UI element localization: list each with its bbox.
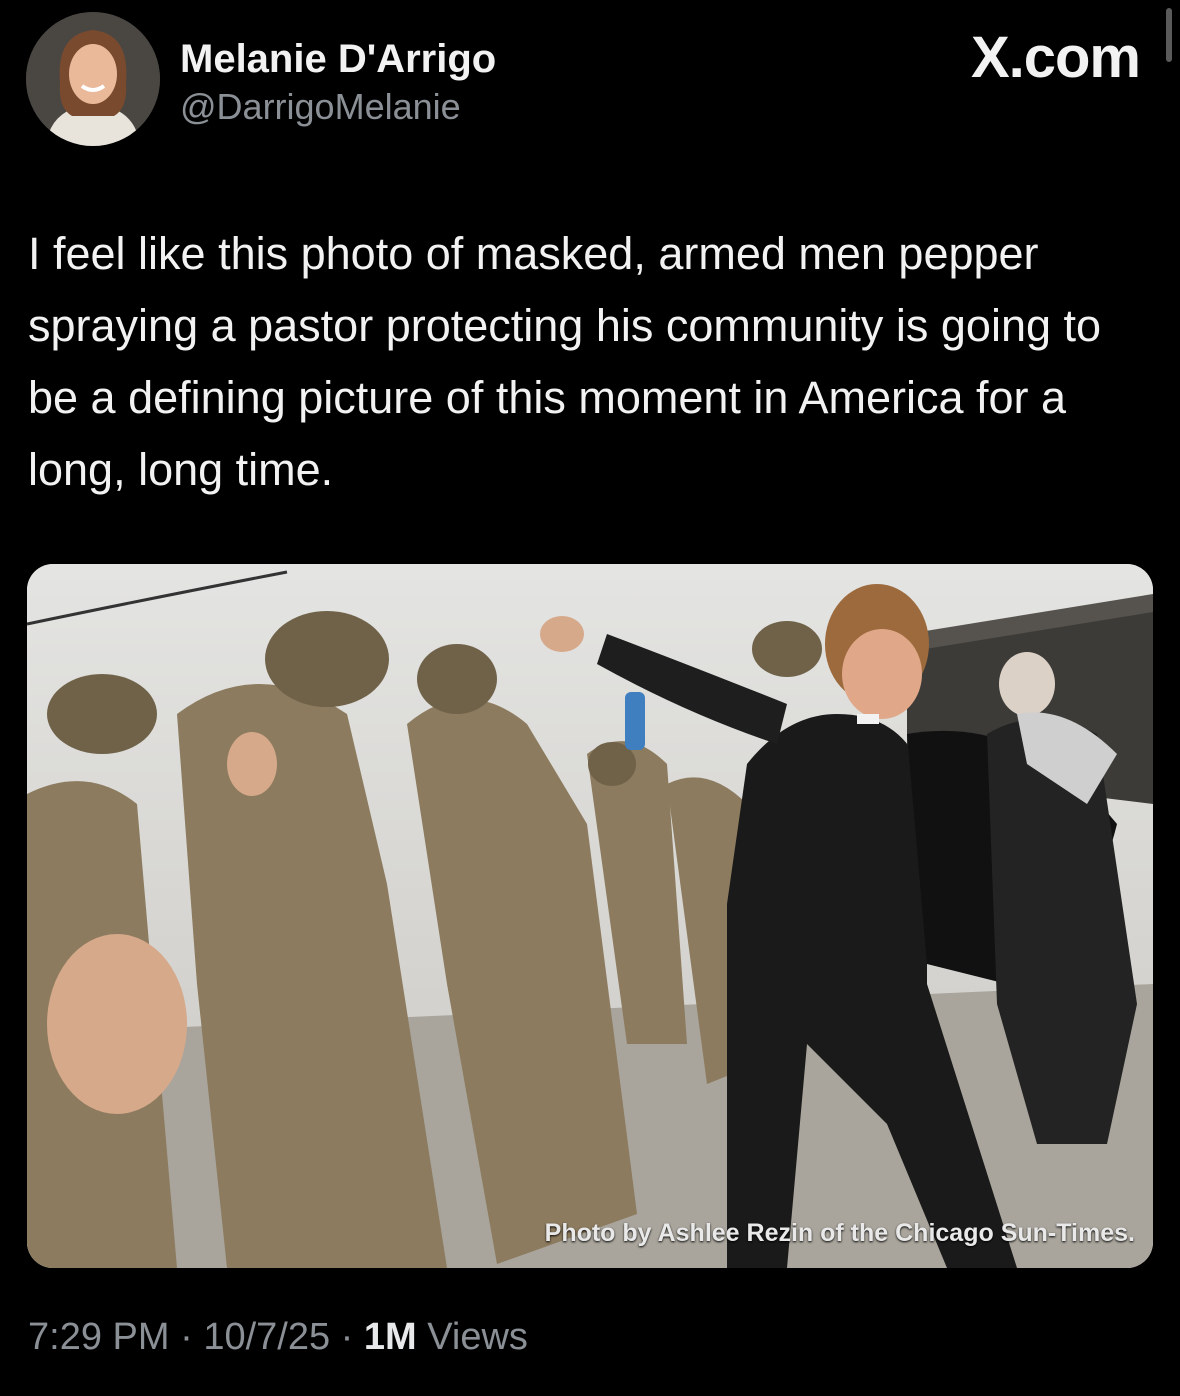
- views-count: 1M: [363, 1316, 417, 1358]
- avatar[interactable]: [26, 12, 160, 146]
- tweet-photo[interactable]: Photo by Ashlee Rezin of the Chicago Sun…: [27, 564, 1153, 1268]
- tweet-text: I feel like this photo of masked, armed …: [28, 228, 1102, 495]
- meta-separator: ·: [340, 1316, 354, 1358]
- photo-credit: Photo by Ashlee Rezin of the Chicago Sun…: [544, 1219, 1135, 1247]
- author-block[interactable]: Melanie D'Arrigo @DarrigoMelanie: [180, 36, 496, 128]
- views-label: Views: [427, 1316, 528, 1358]
- tweet-time[interactable]: 7:29 PM: [28, 1316, 170, 1358]
- author-handle[interactable]: @DarrigoMelanie: [180, 86, 496, 128]
- scrollbar[interactable]: [1166, 8, 1172, 62]
- tweet-header: Melanie D'Arrigo @DarrigoMelanie X.com: [26, 8, 1141, 148]
- meta-separator: ·: [180, 1316, 193, 1358]
- x-logo-icon: X.com: [970, 25, 1141, 90]
- tweet-meta: 7:29 PM · 10/7/25 · 1M Views: [28, 1312, 528, 1362]
- author-display-name[interactable]: Melanie D'Arrigo: [180, 36, 496, 82]
- tweet-date[interactable]: 10/7/25: [203, 1316, 330, 1358]
